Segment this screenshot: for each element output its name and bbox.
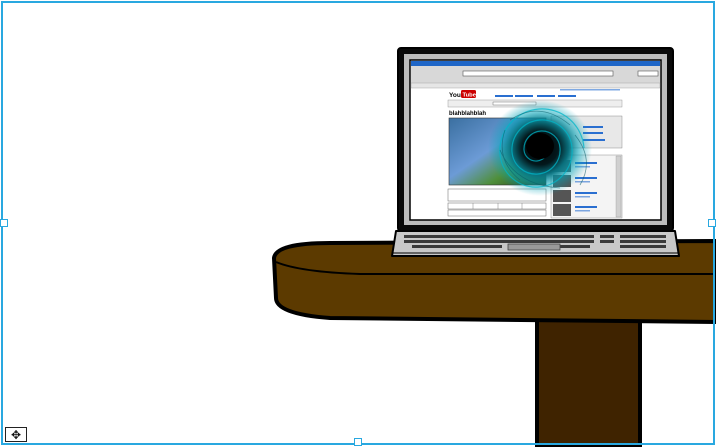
resize-handle-bottom[interactable] — [354, 438, 362, 446]
youtube-logo-you: You — [449, 92, 461, 99]
laptop-trackpad — [507, 243, 561, 251]
laptop-table-illustration: You Tube blahblahblah — [272, 47, 716, 447]
sidebar-scrollbar[interactable] — [615, 155, 622, 218]
drawing-canvas: You Tube blahblahblah ✥ — [0, 0, 716, 447]
browser-title-bar — [411, 61, 660, 66]
table-leg — [535, 316, 642, 447]
video-comments-box — [447, 209, 547, 217]
browser-search-bar[interactable] — [637, 70, 659, 77]
vortex-swirl — [488, 100, 592, 196]
browser-tab-strip — [410, 82, 661, 89]
video-title: blahblahblah — [449, 111, 486, 117]
move-button[interactable]: ✥ — [5, 427, 27, 442]
resize-handle-right[interactable] — [708, 219, 716, 227]
youtube-logo-tube: Tube — [463, 93, 477, 99]
browser-address-bar[interactable] — [462, 70, 614, 77]
resize-handle-left[interactable] — [0, 219, 8, 227]
move-icon: ✥ — [10, 427, 22, 442]
laptop-base — [391, 230, 680, 257]
video-action-row[interactable] — [447, 202, 547, 210]
